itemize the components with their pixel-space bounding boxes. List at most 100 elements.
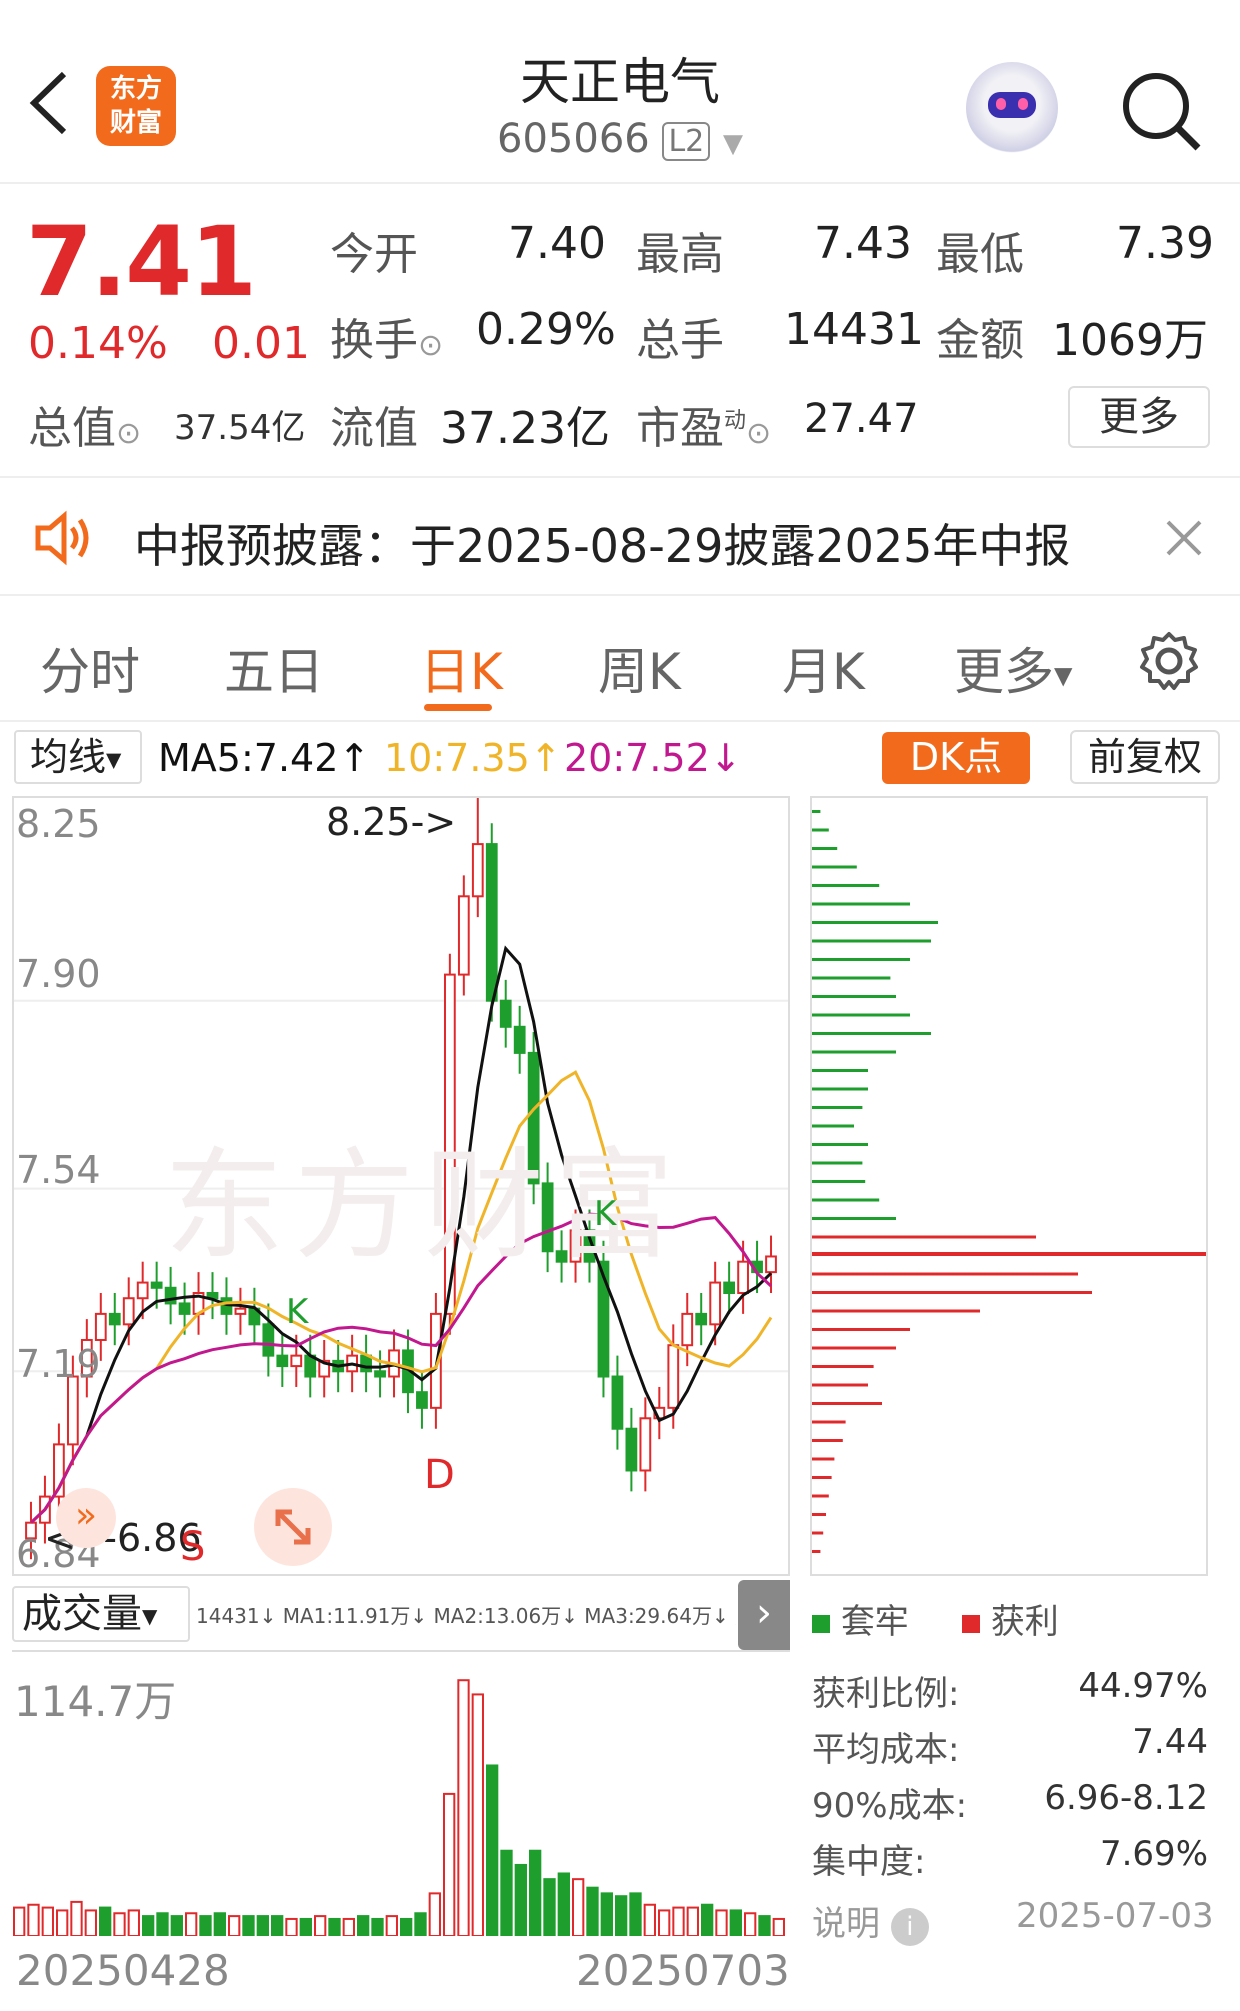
volume-label: 总手	[636, 315, 724, 366]
volume-max-label: 114.7万	[14, 1677, 177, 1726]
chip-bar	[812, 1476, 832, 1479]
volume-bar	[428, 1892, 441, 1938]
volume-bar	[328, 1917, 341, 1937]
mktcap-label: 总值⊙	[28, 403, 142, 454]
candle-body	[667, 1344, 680, 1409]
volume-bar	[84, 1909, 97, 1937]
chip-bar	[812, 1050, 896, 1054]
info-icon[interactable]: ⊙	[418, 328, 443, 363]
float-label: 流值	[330, 403, 418, 454]
tab-five-day[interactable]: 五日	[224, 632, 324, 704]
chip-bar	[812, 1420, 846, 1424]
volume-bar	[342, 1917, 355, 1937]
candle-body	[136, 1281, 149, 1300]
volume-selector[interactable]: 成交量▼	[12, 1586, 190, 1642]
volume-bar	[314, 1915, 327, 1937]
volume-bar	[457, 1679, 470, 1937]
ma-selector[interactable]: 均线▼	[14, 730, 142, 784]
volume-bar	[70, 1900, 83, 1937]
volume-bar	[514, 1863, 527, 1938]
chip-bar	[812, 1402, 882, 1405]
tabs-divider	[0, 720, 1240, 722]
notice-bar[interactable]: 中报预披露：于2025-08-29披露2025年中报	[0, 476, 1240, 596]
volume-bar	[400, 1917, 413, 1937]
ma20-value: 20:7.52↓	[564, 736, 742, 780]
volume-bar	[701, 1903, 714, 1938]
chip-bar	[812, 1513, 826, 1516]
low-label: 最低	[936, 229, 1024, 280]
legend-profit: 获利	[962, 1594, 1059, 1643]
tab-more[interactable]: 更多▼	[954, 632, 1072, 704]
current-price-line	[812, 1252, 1206, 1256]
volume-bar	[729, 1909, 742, 1937]
info-icon[interactable]: ⊙	[116, 416, 141, 451]
volume-bar	[142, 1915, 155, 1937]
stat-label-profit-ratio: 获利比例:	[812, 1674, 960, 1714]
volume-bar	[758, 1915, 771, 1937]
chip-bar	[812, 847, 838, 850]
candle-body	[765, 1255, 777, 1274]
high-value: 7.43	[814, 218, 912, 269]
volume-bar	[13, 1906, 26, 1938]
close-icon[interactable]	[1162, 516, 1206, 560]
chip-bar	[812, 1161, 863, 1165]
signal-k-2: K	[594, 1194, 617, 1234]
candle-body	[360, 1354, 372, 1373]
volume-bar	[600, 1892, 613, 1938]
dk-button[interactable]: DK点	[882, 732, 1030, 784]
chip-bar	[812, 1439, 843, 1442]
volume-chart[interactable]: 114.7万	[12, 1650, 790, 1938]
y-label-3: 7.54	[16, 1148, 101, 1192]
chip-bar	[812, 1309, 980, 1313]
volume-bar	[715, 1909, 728, 1937]
chevron-right-icon[interactable]: ›	[738, 1580, 790, 1650]
search-icon[interactable]	[1120, 70, 1204, 154]
volume-bar	[27, 1903, 40, 1938]
tab-weekly-k[interactable]: 周K	[598, 632, 681, 704]
volume-bar	[41, 1906, 54, 1938]
tab-monthly-k[interactable]: 月K	[782, 632, 865, 704]
robot-avatar-icon[interactable]	[966, 62, 1058, 154]
volume-bar	[471, 1693, 484, 1937]
volume-bar	[56, 1909, 69, 1937]
chip-bar	[812, 865, 857, 869]
ma10-value: 10:7.35↑	[384, 736, 562, 780]
candle-body	[234, 1307, 247, 1315]
note-link[interactable]: 说明 i	[812, 1896, 929, 1946]
double-arrow-icon[interactable]: »	[56, 1488, 116, 1548]
adjust-button[interactable]: 前复权	[1070, 730, 1220, 784]
tab-daily-k[interactable]: 日K	[420, 632, 503, 704]
open-value: 7.40	[508, 218, 606, 269]
volume-bar	[113, 1912, 126, 1937]
chip-bar	[812, 1198, 880, 1202]
chip-bar	[812, 1124, 854, 1128]
volume-bar	[170, 1915, 183, 1937]
kline-chart[interactable]: 东方财富 8.25 7.90 7.54 7.19 6.84 8.25-> <--…	[12, 796, 790, 1576]
expand-icon[interactable]	[254, 1488, 332, 1566]
volume-bar	[242, 1915, 255, 1937]
low-value: 7.39	[1116, 218, 1214, 269]
chip-date: 2025-07-03	[1016, 1896, 1214, 1936]
candle-body	[471, 843, 484, 898]
volume-bar	[744, 1912, 757, 1937]
volume-bar	[199, 1915, 212, 1937]
candle-body	[639, 1417, 652, 1472]
volume-bar	[357, 1915, 370, 1937]
volume-bar	[256, 1915, 269, 1937]
chip-bar	[812, 1328, 910, 1331]
change-pct: 0.14%	[28, 318, 168, 369]
ma5-value: MA5:7.42↑	[158, 736, 371, 780]
chip-bar	[812, 1272, 1078, 1276]
level-badge: L2	[662, 121, 711, 161]
volume-bar	[586, 1886, 599, 1937]
more-button[interactable]: 更多	[1068, 386, 1210, 448]
tab-intraday[interactable]: 分时	[40, 632, 140, 704]
chip-bar	[812, 1365, 874, 1368]
info-icon[interactable]: ⊙	[746, 416, 771, 451]
chevron-down-icon[interactable]: ▼	[723, 129, 743, 159]
volume-bar	[285, 1917, 298, 1937]
gear-icon[interactable]	[1138, 630, 1200, 692]
candle-body	[150, 1281, 163, 1289]
chip-bar	[812, 1069, 868, 1072]
candle-body	[611, 1375, 624, 1430]
